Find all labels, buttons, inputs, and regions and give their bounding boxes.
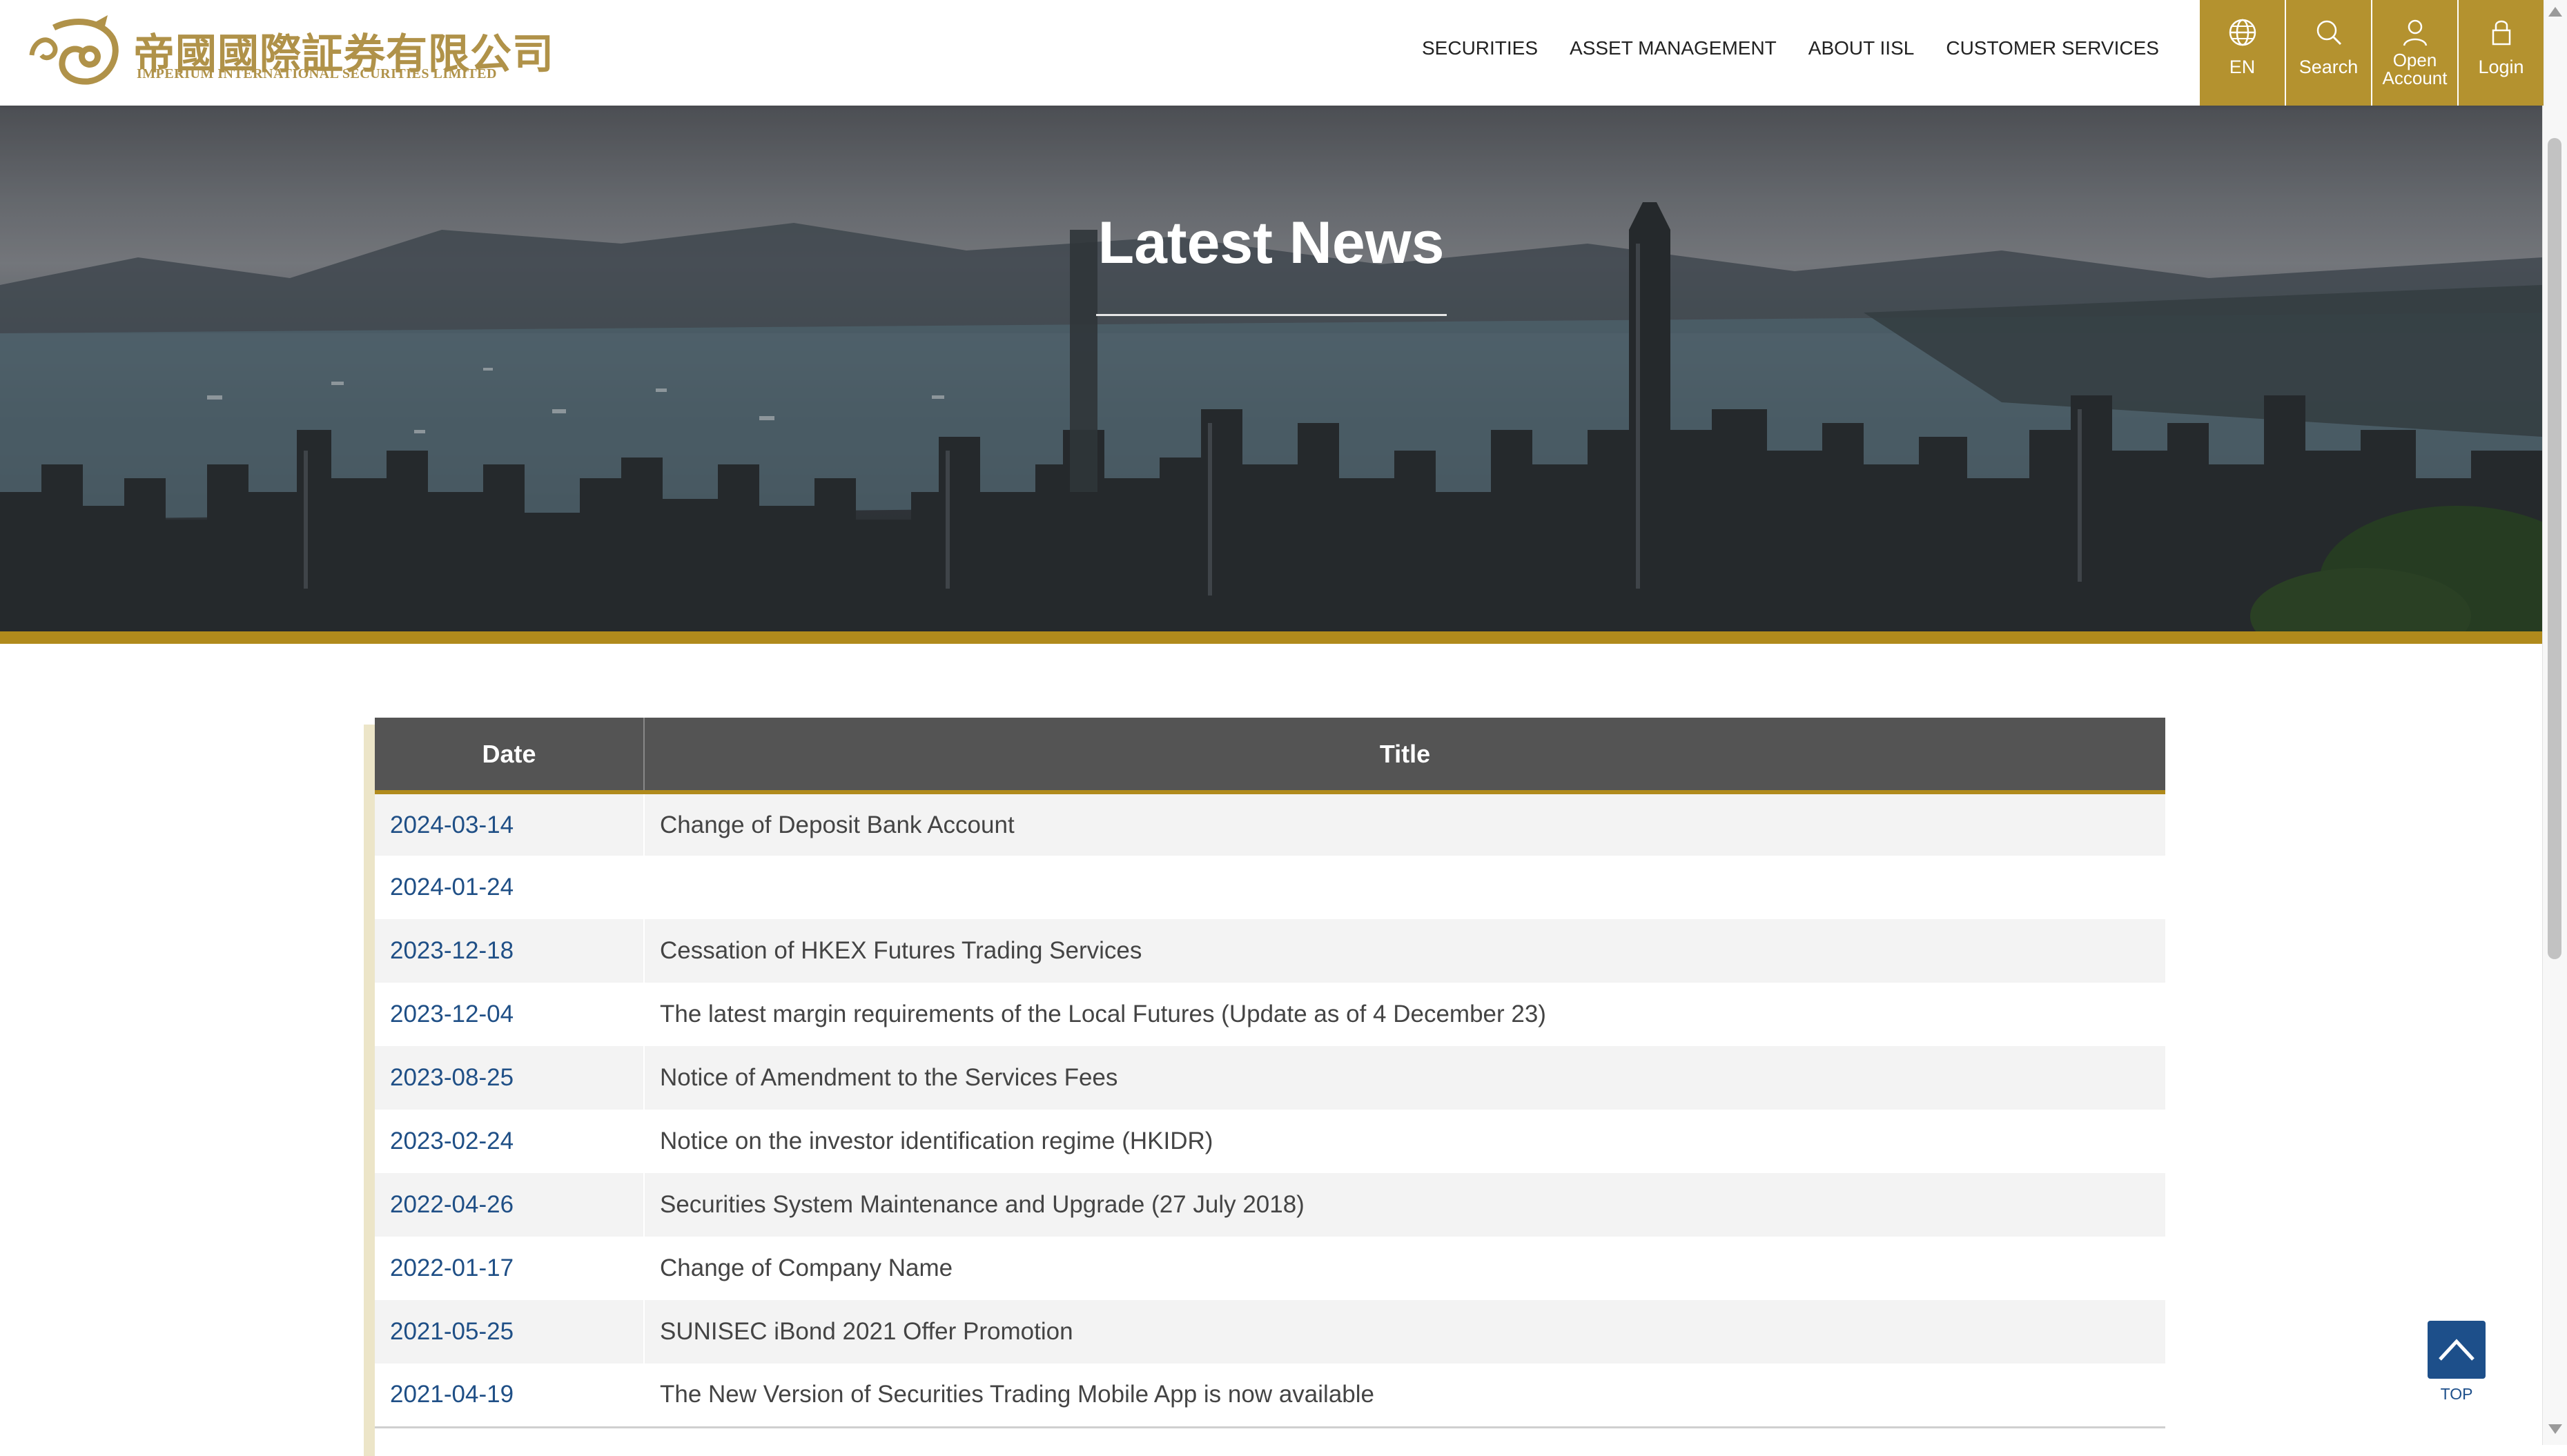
table-row[interactable]: 2023-02-24 Notice on the investor identi… [375,1110,2165,1173]
table-header-row: Date Title [375,718,2165,794]
back-to-top-label: TOP [2440,1385,2473,1403]
table-row[interactable]: 2023-12-18 Cessation of HKEX Futures Tra… [375,919,2165,983]
news-title-link[interactable]: The New Version of Securities Trading Mo… [644,1364,2165,1428]
news-date: 2023-12-18 [375,919,645,983]
dragon-logo-icon [29,15,119,85]
open-account-label: Open Account [2383,51,2448,87]
news-title-link[interactable]: The latest margin requirements of the Lo… [644,983,2165,1046]
news-title-link[interactable]: Cessation of HKEX Futures Trading Servic… [644,919,2165,983]
news-title-link[interactable]: Change of Company Name [644,1237,2165,1300]
table-row[interactable]: 2022-04-26 Securities System Maintenance… [375,1173,2165,1237]
open-account-label-line1: Open [2392,50,2437,70]
language-button[interactable]: EN [2200,0,2285,106]
globe-icon [2229,19,2256,46]
page-scrollbar[interactable] [2542,0,2567,1445]
table-row[interactable]: 2021-05-25 SUNISEC iBond 2021 Offer Prom… [375,1300,2165,1364]
logo-english-name: IMPERIUM INTERNATIONAL SECURITIES LIMITE… [137,66,497,81]
hero-banner: Latest News [0,106,2542,631]
news-date: 2023-02-24 [375,1110,645,1173]
nav-about-iisl[interactable]: ABOUT IISL [1808,37,1915,59]
city-skyline-image [0,106,2542,631]
news-date: 2024-03-14 [375,792,645,856]
table-row[interactable]: 2022-01-17 Change of Company Name [375,1237,2165,1300]
company-logo[interactable]: 帝國國際証券有限公司 IMPERIUM INTERNATIONAL SECURI… [26,14,554,90]
news-date: 2021-05-25 [375,1300,645,1364]
table-row[interactable]: 2023-08-25 Notice of Amendment to the Se… [375,1046,2165,1110]
table-row[interactable]: 2023-12-04 The latest margin requirement… [375,983,2165,1046]
page-title: Latest News [1097,210,1445,276]
nav-securities[interactable]: SECURITIES [1422,37,1538,59]
news-title-link[interactable]: Notice on the investor identification re… [644,1110,2165,1173]
open-account-button[interactable]: Open Account [2372,0,2457,106]
news-title-link[interactable]: Securities System Maintenance and Upgrad… [644,1173,2165,1237]
user-icon [2403,19,2427,46]
table-row[interactable]: 2021-04-19 The New Version of Securities… [375,1364,2165,1428]
open-account-label-line2: Account [2382,68,2448,88]
login-label: Login [2478,57,2524,77]
news-table: Date Title 2024-03-14 Change of Deposit … [375,718,2165,1428]
news-date: 2023-12-04 [375,983,645,1046]
back-to-top-button[interactable] [2428,1321,2486,1379]
search-label: Search [2298,57,2359,77]
table-row[interactable]: 2024-01-24 [375,856,2165,919]
search-icon [2316,20,2341,46]
lock-icon [2492,20,2510,46]
table-left-accent [364,725,375,1456]
news-title-link[interactable]: SUNISEC iBond 2021 Offer Promotion [644,1300,2165,1364]
main-nav: SECURITIES ASSET MANAGEMENT ABOUT IISL C… [1422,0,2159,97]
news-date: 2022-04-26 [375,1173,645,1237]
scroll-up-arrow-icon[interactable] [2548,7,2562,17]
column-header-title[interactable]: Title [644,718,2165,794]
nav-customer-services[interactable]: CUSTOMER SERVICES [1946,37,2159,59]
scroll-down-arrow-icon[interactable] [2548,1424,2562,1434]
chevron-up-icon [2439,1339,2475,1361]
nav-asset-management[interactable]: ASSET MANAGEMENT [1570,37,1777,59]
language-label: EN [2229,57,2256,77]
column-header-date[interactable]: Date [375,718,645,794]
news-date: 2022-01-17 [375,1237,645,1300]
news-title-link[interactable] [644,856,2165,919]
table-row[interactable]: 2024-03-14 Change of Deposit Bank Accoun… [375,792,2165,856]
news-title-link[interactable]: Notice of Amendment to the Services Fees [644,1046,2165,1110]
scrollbar-thumb[interactable] [2548,138,2561,959]
hero-gold-divider [0,631,2542,644]
site-header: 帝國國際証券有限公司 IMPERIUM INTERNATIONAL SECURI… [0,0,2545,106]
news-date: 2021-04-19 [375,1364,645,1428]
search-button[interactable]: Search [2286,0,2371,106]
news-title-link[interactable]: Change of Deposit Bank Account [644,792,2165,856]
header-tools: EN Search Open Account Login [2200,0,2545,106]
title-underline [1096,314,1447,316]
login-button[interactable]: Login [2459,0,2544,106]
news-date: 2024-01-24 [375,856,645,919]
news-date: 2023-08-25 [375,1046,645,1110]
